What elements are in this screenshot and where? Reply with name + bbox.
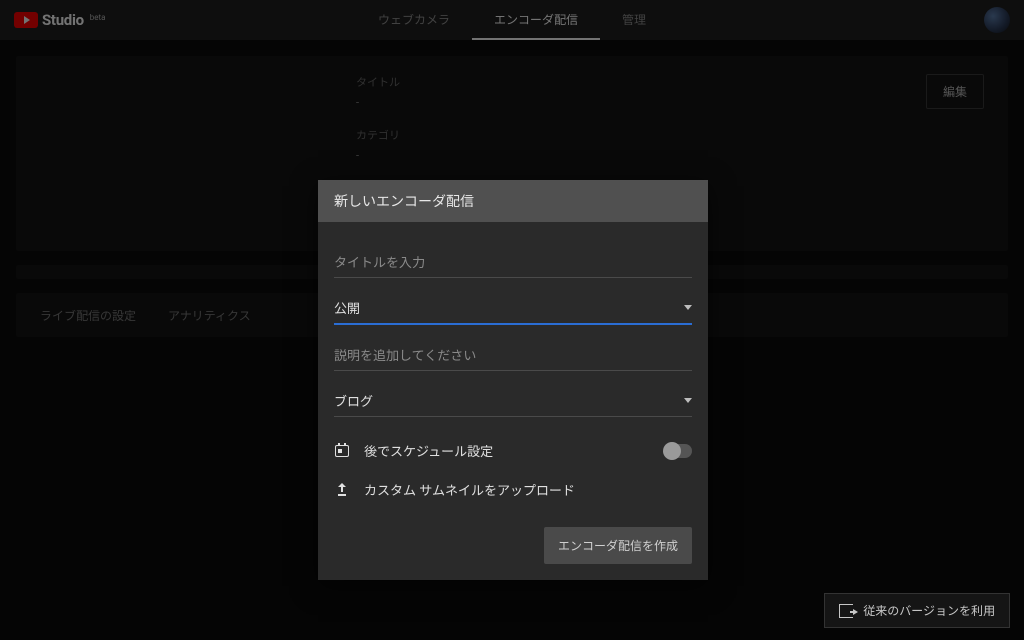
chevron-down-icon	[684, 305, 692, 310]
upload-thumbnail-row[interactable]: カスタム サムネイルをアップロード	[334, 470, 692, 509]
schedule-later-row: 後でスケジュール設定	[334, 431, 692, 470]
schedule-later-label: 後でスケジュール設定	[364, 441, 493, 460]
use-legacy-version-button[interactable]: 従来のバージョンを利用	[824, 593, 1010, 628]
category-value: ブログ	[334, 391, 373, 410]
schedule-later-toggle[interactable]	[664, 444, 692, 458]
category-select[interactable]: ブログ	[334, 385, 692, 417]
new-encoder-stream-dialog: 新しいエンコーダ配信 タイトルを入力 公開 説明を追加してください ブログ 後で…	[318, 180, 708, 580]
calendar-icon	[334, 445, 350, 457]
upload-icon	[334, 484, 350, 496]
exit-icon	[839, 604, 853, 618]
upload-thumbnail-label: カスタム サムネイルをアップロード	[364, 480, 575, 499]
description-input[interactable]: 説明を追加してください	[334, 339, 692, 371]
dialog-title: 新しいエンコーダ配信	[318, 180, 708, 222]
title-input[interactable]: タイトルを入力	[334, 246, 692, 278]
legacy-label: 従来のバージョンを利用	[863, 602, 995, 619]
visibility-value: 公開	[334, 298, 360, 317]
chevron-down-icon	[684, 398, 692, 403]
visibility-select[interactable]: 公開	[334, 292, 692, 325]
create-encoder-stream-button[interactable]: エンコーダ配信を作成	[544, 527, 692, 564]
